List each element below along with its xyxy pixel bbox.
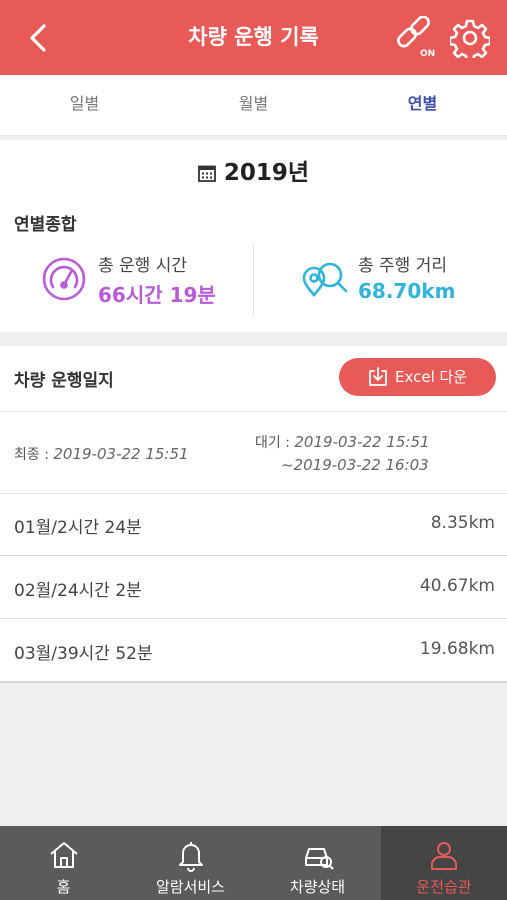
calendar-icon xyxy=(198,165,216,182)
wait-record: 대기 : 2019-03-22 15:51 ~2019-03-22 16:03 xyxy=(255,432,430,474)
year-text: 2019년 xyxy=(223,160,310,186)
speedometer-icon xyxy=(42,257,86,301)
log-row-distance: 40.67km xyxy=(419,576,495,596)
summary-section-label: 연별종합 xyxy=(14,215,77,235)
driving-log: 차량 운행일지 Excel 다운 최종 : 2019-03-22 15:51 대… xyxy=(0,346,507,683)
log-times: 최종 : 2019-03-22 15:51 대기 : 2019-03-22 15… xyxy=(0,412,507,494)
nav-alarm-label: 알람서비스 xyxy=(155,878,225,896)
log-row[interactable]: 02월/24시간 2분 40.67km xyxy=(0,557,507,619)
tab-daily[interactable]: 일별 xyxy=(0,75,169,136)
excel-download-label: Excel 다운 xyxy=(395,368,468,386)
summary-divider xyxy=(253,245,254,315)
log-header: 차량 운행일지 Excel 다운 xyxy=(0,346,507,412)
log-row-period: 01월/2시간 24분 xyxy=(14,518,142,538)
log-title: 차량 운행일지 xyxy=(14,371,114,391)
nav-home-label: 홈 xyxy=(56,878,71,896)
last-value: 2019-03-22 15:51 xyxy=(53,445,189,463)
log-row-period: 02월/24시간 2분 xyxy=(14,581,142,601)
log-row-period: 03월/39시간 52분 xyxy=(14,644,153,664)
last-record: 최종 : 2019-03-22 15:51 xyxy=(14,444,189,464)
wait-end: ~2019-03-22 16:03 xyxy=(281,456,429,474)
last-label: 최종 : xyxy=(14,447,49,463)
driver-icon xyxy=(431,842,457,870)
nav-home[interactable]: 홈 xyxy=(0,826,127,900)
wait-start: 2019-03-22 15:51 xyxy=(294,433,430,451)
download-icon xyxy=(369,367,387,386)
period-tabs: 일별 월별 연별 xyxy=(0,75,507,136)
log-row-distance: 8.35km xyxy=(430,513,495,533)
settings-gear-icon[interactable] xyxy=(450,18,490,58)
nav-driving-habit[interactable]: 운전습관 xyxy=(381,826,507,900)
bell-icon xyxy=(178,842,203,872)
total-distance-stat: 총 주행 거리 68.70km xyxy=(300,245,500,315)
home-icon xyxy=(49,842,78,868)
nav-vehicle-status-label: 차량상태 xyxy=(289,878,346,896)
total-time-value: 66시간 19분 xyxy=(98,283,216,307)
total-distance-value: 68.70km xyxy=(358,279,456,303)
log-row[interactable]: 01월/2시간 24분 8.35km xyxy=(0,494,507,556)
total-time-label: 총 운행 시간 xyxy=(98,256,188,276)
car-search-icon xyxy=(304,848,334,870)
wait-label: 대기 : xyxy=(255,435,290,451)
total-time-stat: 총 운행 시간 66시간 19분 xyxy=(40,245,250,315)
excel-download-button[interactable]: Excel 다운 xyxy=(339,358,496,396)
link-status-text: ON xyxy=(420,49,435,58)
log-row[interactable]: 03월/39시간 52분 19.68km xyxy=(0,620,507,682)
nav-vehicle-status[interactable]: 차량상태 xyxy=(254,826,381,900)
total-distance-label: 총 주행 거리 xyxy=(358,256,448,276)
link-on-icon[interactable]: ON xyxy=(394,16,440,58)
bottom-nav: 홈 알람서비스 차량상태 운전습관 xyxy=(0,826,507,900)
nav-alarm[interactable]: 알람서비스 xyxy=(127,826,254,900)
distance-search-icon xyxy=(302,262,348,297)
yearly-summary: 2019년 연별종합 총 운행 시간 66시간 19분 총 주행 거리 68.7… xyxy=(0,140,507,332)
log-row-distance: 19.68km xyxy=(419,639,495,659)
tab-yearly[interactable]: 연별 xyxy=(338,75,507,136)
app-header: 차량 운행 기록 ON xyxy=(0,0,507,75)
year-selector[interactable]: 2019년 xyxy=(0,156,507,190)
nav-driving-habit-label: 운전습관 xyxy=(416,878,472,896)
tab-monthly[interactable]: 월별 xyxy=(169,75,338,136)
